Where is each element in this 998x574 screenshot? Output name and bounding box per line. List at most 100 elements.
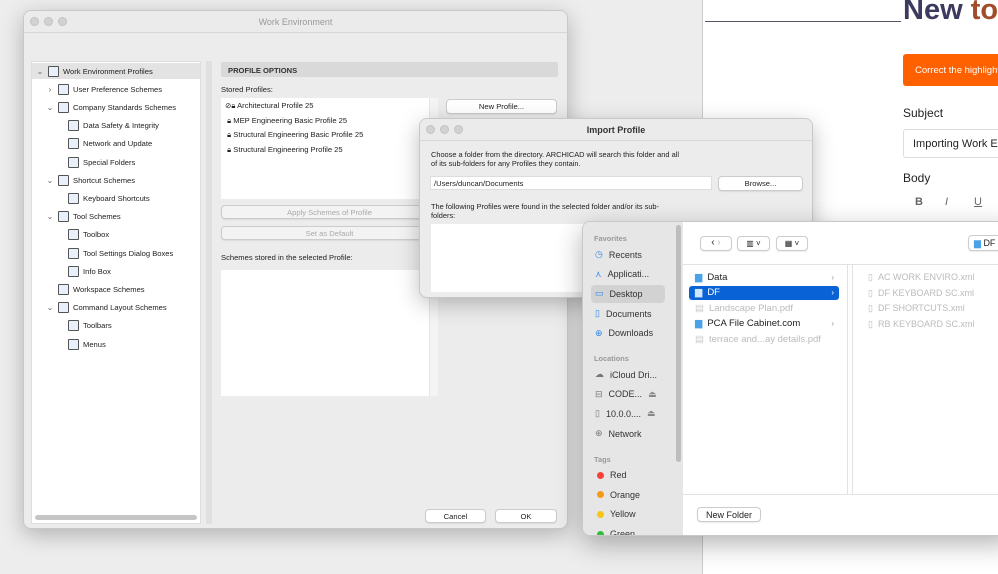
profile-item[interactable]: 🔒︎ Structural Engineering Profile 25	[225, 145, 343, 155]
sidebar-label: Documents	[605, 308, 652, 319]
tree-item[interactable]: Workspace Schemes	[46, 281, 145, 297]
sidebar-item[interactable]: ▭ Desktop	[595, 288, 643, 299]
eject-icon[interactable]: ⏏	[648, 389, 657, 400]
tag-label: Green	[610, 529, 636, 536]
zoom-button[interactable]	[58, 17, 67, 26]
tree-item[interactable]: Menus	[56, 336, 106, 352]
tree-item-label: User Preference Schemes	[73, 84, 163, 94]
sidebar-item[interactable]: ☁ iCloud Dri...	[595, 369, 657, 380]
tree-item[interactable]: Tool Settings Dialog Boxes	[56, 245, 173, 261]
disclosure-icon[interactable]: ⌄	[36, 67, 44, 76]
profiles-list[interactable]: ⊘🔒︎ Architectural Profile 25 🔒︎ MEP Engi…	[221, 98, 438, 199]
tree-item-label: Keyboard Shortcuts	[83, 193, 150, 203]
view-mode-button[interactable]: ▥ ˅	[737, 236, 770, 251]
back-forward-buttons[interactable]: ‹ ›	[700, 236, 732, 251]
sidebar-item[interactable]: ▯ Documents	[595, 308, 651, 319]
tree-item[interactable]: ⌄ Tool Schemes	[46, 209, 121, 225]
file-item[interactable]: ▆ DF ›	[689, 285, 839, 300]
sidebar-item[interactable]: ⋏ Applicati...	[595, 269, 649, 280]
set-default-button[interactable]: Set as Default	[221, 226, 438, 240]
horizontal-scrollbar[interactable]	[35, 515, 197, 520]
found-label: The following Profiles were found in the…	[431, 202, 659, 220]
schemes-list[interactable]	[221, 270, 438, 396]
browse-button[interactable]: Browse...	[718, 176, 803, 191]
back-icon[interactable]: ‹	[711, 237, 714, 248]
scheme-icon	[68, 247, 79, 259]
tree-item[interactable]: Data Safety & Integrity	[56, 118, 159, 134]
profile-item[interactable]: 🔒︎ MEP Engineering Basic Profile 25	[225, 116, 347, 126]
file-item[interactable]: ▯ AC WORK ENVIRO.xml	[868, 272, 974, 283]
eject-icon[interactable]: ⏏	[647, 408, 656, 419]
underline-button[interactable]: U	[974, 196, 982, 208]
tag-item[interactable]: Red	[597, 470, 627, 480]
file-item[interactable]: ▯ DF KEYBOARD SC.xml	[868, 288, 974, 299]
profile-name: Architectural Profile 25	[237, 101, 314, 110]
ok-button[interactable]: OK	[495, 509, 557, 523]
tree-item[interactable]: ⌄ Shortcut Schemes	[46, 172, 135, 188]
file-name: Data	[707, 271, 728, 283]
file-item[interactable]: ▤ terrace and...ay details.pdf	[689, 332, 839, 346]
file-item[interactable]: ▤ Landscape Plan.pdf	[689, 301, 839, 315]
file-item[interactable]: ▆ PCA File Cabinet.com ›	[689, 317, 839, 331]
sidebar-scrollbar[interactable]	[676, 225, 681, 462]
group-button[interactable]: ▦ ˅	[776, 236, 808, 251]
file-item[interactable]: ▯ DF SHORTCUTS.xml	[868, 303, 965, 314]
profile-item[interactable]: 🔒︎ Structural Engineering Basic Profile …	[225, 130, 363, 140]
tree-item[interactable]: Toolbars	[56, 318, 112, 334]
section-header: PROFILE OPTIONS	[221, 62, 558, 77]
path-popup[interactable]: ▆ DF	[968, 235, 998, 251]
tree-item[interactable]: Special Folders	[56, 154, 135, 170]
sidebar-item[interactable]: ▯ 10.0.0.... ⏏	[595, 408, 656, 419]
disclosure-icon[interactable]: ⌄	[46, 303, 54, 312]
sidebar-item[interactable]: ◷ Recents	[595, 249, 642, 260]
lock-icon: 🔒︎	[225, 130, 232, 140]
file-item[interactable]: ▯ RB KEYBOARD SC.xml	[868, 319, 974, 330]
tree-item[interactable]: › User Preference Schemes	[46, 81, 162, 97]
disclosure-icon[interactable]: ›	[46, 85, 54, 94]
tree-item[interactable]: ⌄ Work Environment Profiles	[36, 63, 153, 79]
tag-item[interactable]: Green	[597, 529, 636, 536]
minimize-button[interactable]	[44, 17, 53, 26]
subject-input[interactable]: Importing Work Environment	[903, 129, 998, 158]
tree-item[interactable]: ⌄ Company Standards Schemes	[46, 99, 176, 115]
lock-icon: 🔒︎	[225, 115, 232, 125]
tree-item-label: Work Environment Profiles	[63, 66, 153, 76]
tag-item[interactable]: Orange	[597, 490, 640, 500]
sidebar-item[interactable]: ⊕ Network	[595, 428, 642, 439]
new-profile-button[interactable]: New Profile...	[446, 99, 557, 114]
profile-name: Structural Engineering Profile 25	[233, 144, 343, 154]
minimize-button[interactable]	[440, 125, 449, 134]
tree-item-label: Data Safety & Integrity	[83, 121, 159, 131]
disclosure-icon[interactable]: ⌄	[46, 176, 54, 185]
bold-button[interactable]: B	[915, 196, 923, 208]
forward-icon[interactable]: ›	[717, 237, 720, 248]
chevron-right-icon: ›	[831, 319, 834, 328]
new-folder-button[interactable]: New Folder	[697, 507, 761, 522]
cancel-button[interactable]: Cancel	[425, 509, 486, 523]
folder-path-input[interactable]: /Users/duncan/Documents	[430, 176, 712, 190]
tree-item[interactable]: Network and Update	[56, 136, 152, 152]
profile-item[interactable]: ⊘🔒︎ Architectural Profile 25	[225, 101, 314, 111]
disclosure-icon[interactable]: ⌄	[46, 212, 54, 221]
splitter[interactable]	[206, 61, 212, 524]
close-button[interactable]	[30, 17, 39, 26]
italic-button[interactable]: I	[945, 196, 948, 208]
tag-item[interactable]: Yellow	[597, 509, 636, 519]
disclosure-icon[interactable]: ⌄	[46, 103, 54, 112]
tree-item[interactable]: ⌄ Command Layout Schemes	[46, 300, 167, 316]
close-button[interactable]	[426, 125, 435, 134]
apply-schemes-button[interactable]: Apply Schemes of Profile	[221, 205, 438, 219]
tree-item[interactable]: Keyboard Shortcuts	[56, 190, 150, 206]
instructions: Choose a folder from the directory. ARCH…	[431, 150, 679, 168]
sidebar-item[interactable]: ⊟ CODE... ⏏	[595, 389, 657, 400]
file-item[interactable]: ▆ Data ›	[689, 270, 839, 284]
tree-item[interactable]: Info Box	[56, 263, 111, 279]
stored-profiles-label: Stored Profiles:	[221, 85, 273, 94]
zoom-button[interactable]	[454, 125, 463, 134]
sidebar-item[interactable]: ⊕ Downloads	[595, 328, 653, 339]
tree-item[interactable]: Toolbox	[56, 227, 109, 243]
location-icon: ⊕	[595, 428, 603, 439]
sidebar-label: Recents	[608, 249, 642, 260]
scheme-icon	[58, 174, 69, 186]
scheme-icon	[58, 211, 69, 223]
